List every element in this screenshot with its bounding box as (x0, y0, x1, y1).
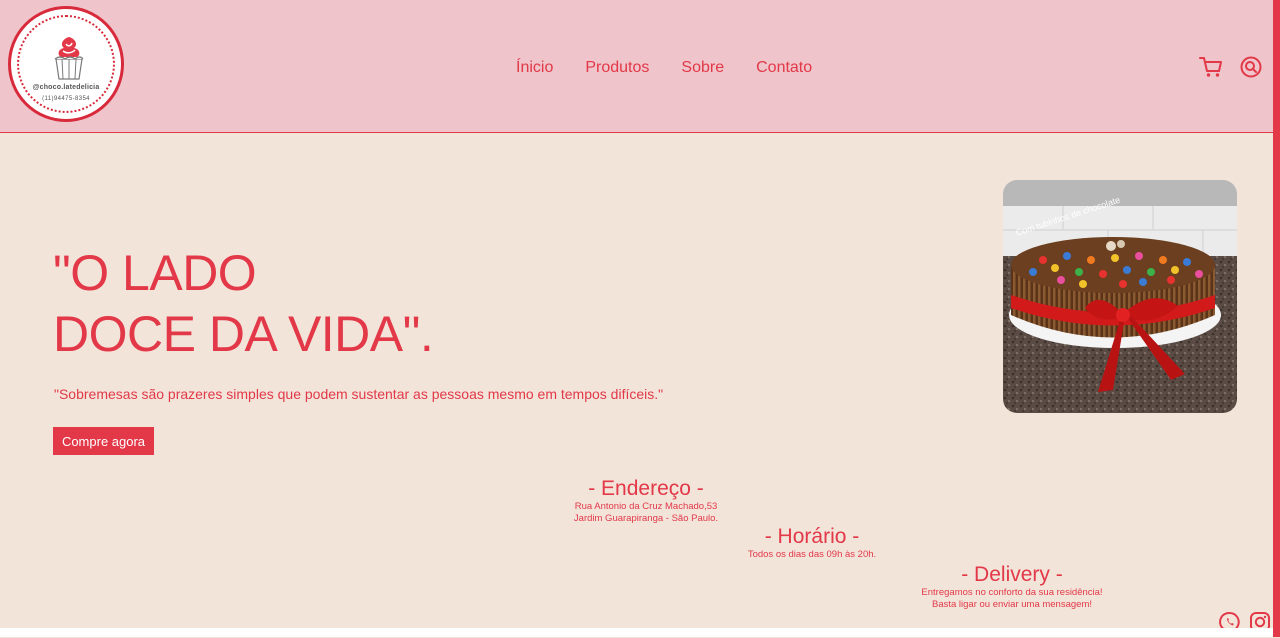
hours-line-1: Todos os dias das 09h às 20h. (747, 549, 877, 560)
cake-photo: Com tubinhos de chocolate (1003, 180, 1237, 413)
buy-now-button[interactable]: Compre agora (53, 427, 154, 455)
cart-button[interactable] (1199, 56, 1223, 83)
delivery-line-2: Basta ligar ou enviar uma mensagem! (932, 599, 1092, 610)
page-bottom-strip (0, 628, 1273, 637)
nav-link-contato[interactable]: Contato (756, 59, 812, 77)
hero-quote: "Sobremesas são prazeres simples que pod… (54, 386, 664, 402)
address-title: - Endereço - (588, 477, 704, 500)
brand-handle: @choco.latedelicia (32, 84, 100, 91)
address-line-2: Jardim Guarapiranga - São Paulo. (573, 513, 719, 524)
search-icon (1240, 56, 1262, 78)
site-header: @choco.latedelicia (11)94475-8354 Ínicio… (0, 0, 1273, 133)
cupcake-icon (54, 37, 84, 80)
brand-logo[interactable]: @choco.latedelicia (11)94475-8354 (8, 6, 124, 122)
address-line-1: Rua Antonio da Cruz Machado,53 (574, 501, 718, 512)
address-block: - Endereço - Rua Antonio da Cruz Machado… (546, 477, 746, 525)
delivery-line-1: Entregamos no conforto da sua residência… (921, 587, 1103, 598)
nav-link-sobre[interactable]: Sobre (681, 59, 724, 77)
main-nav: Ínicio Produtos Sobre Contato (516, 59, 812, 77)
hero-title: "O LADO DOCE DA VIDA". (53, 243, 434, 365)
delivery-block: - Delivery - Entregamos no conforto da s… (902, 563, 1122, 611)
hero-title-line-1: "O LADO (53, 245, 257, 301)
nav-link-inicio[interactable]: Ínicio (516, 59, 553, 77)
hours-title: - Horário - (764, 525, 860, 548)
cake-image: Com tubinhos de chocolate (1003, 180, 1237, 413)
delivery-title: - Delivery - (961, 563, 1063, 586)
hours-block: - Horário - Todos os dias das 09h às 20h… (712, 525, 912, 561)
cart-icon (1199, 57, 1222, 77)
hero-title-line-2: DOCE DA VIDA". (53, 306, 434, 362)
nav-link-produtos[interactable]: Produtos (585, 59, 649, 77)
brand-phone: (11)94475-8354 (42, 96, 90, 102)
page-edge-accent (1273, 0, 1280, 637)
search-button[interactable] (1240, 56, 1262, 83)
